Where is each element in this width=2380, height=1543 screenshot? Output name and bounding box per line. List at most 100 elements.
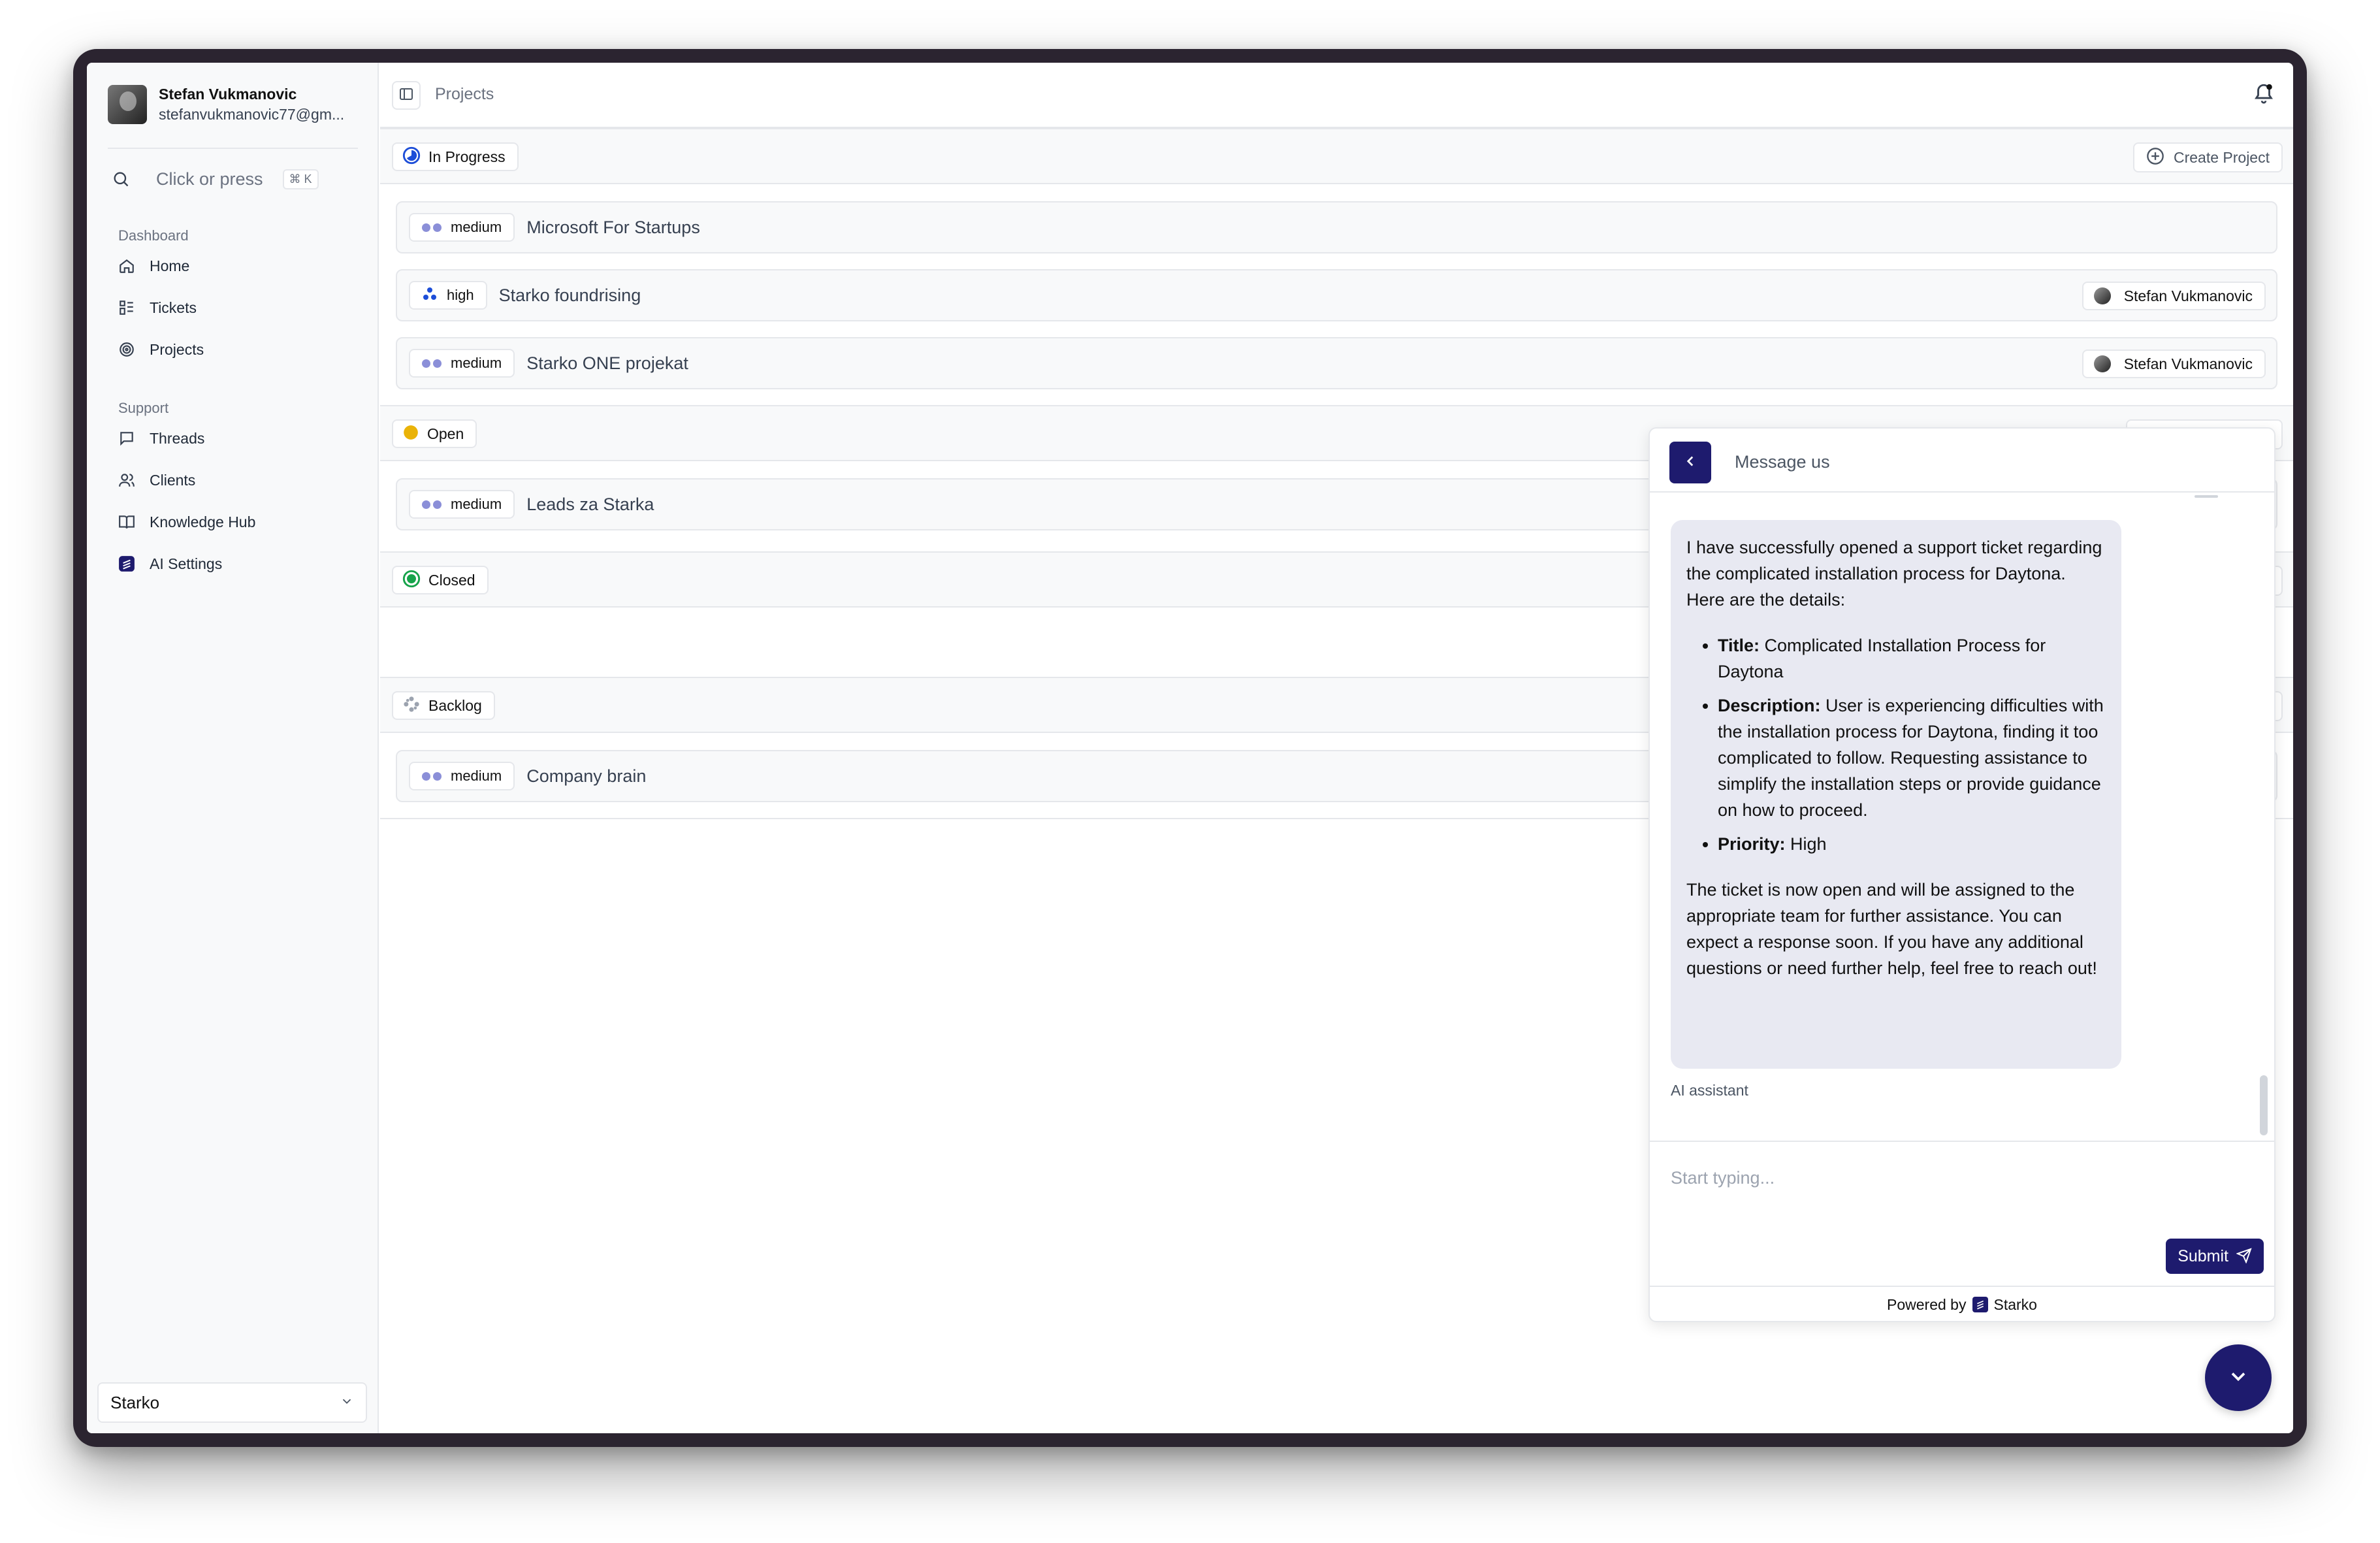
section-dashboard: Dashboard	[118, 227, 189, 244]
group-header-in-progress: In Progress Create Project	[380, 128, 2293, 184]
bell-icon	[2253, 84, 2275, 107]
powered-prefix: Powered by	[1887, 1295, 1967, 1313]
project-title: Starko ONE projekat	[526, 353, 688, 373]
assignee-name: Stefan Vukmanovic	[2123, 355, 2253, 372]
priority-badge: medium	[409, 762, 515, 790]
search-button[interactable]: Click or press ⌘ K	[106, 161, 358, 197]
project-row[interactable]: medium Starko ONE projekat Stefan Vukman…	[396, 337, 2277, 389]
chevron-down-icon	[340, 1393, 354, 1413]
submit-button[interactable]: Submit	[2166, 1239, 2264, 1274]
priority-badge: medium	[409, 349, 515, 378]
chat-title: Message us	[1735, 452, 1830, 472]
avatar	[108, 85, 147, 124]
sidebar-divider	[108, 148, 358, 149]
notifications-button[interactable]	[2253, 82, 2275, 108]
submit-label: Submit	[2178, 1246, 2228, 1265]
project-title: Company brain	[526, 766, 647, 786]
priority-badge: medium	[409, 213, 515, 242]
send-icon	[2236, 1247, 2252, 1265]
priority-medium-icon	[422, 772, 442, 781]
create-project-label: Create Project	[2173, 148, 2270, 166]
priority-label: medium	[451, 768, 502, 784]
chat-input[interactable]	[1671, 1168, 2245, 1188]
sidebar-item-projects[interactable]: Projects	[117, 335, 204, 364]
priority-medium-icon	[422, 500, 442, 509]
search-icon	[106, 165, 135, 193]
detail-key: Priority:	[1718, 834, 1786, 854]
create-project-button[interactable]: Create Project	[2132, 142, 2283, 172]
open-status-icon	[402, 424, 419, 444]
status-label: Closed	[428, 571, 475, 589]
status-badge[interactable]: Closed	[392, 566, 489, 594]
powered-brand[interactable]: Starko	[1993, 1296, 2036, 1314]
plus-circle-icon	[2146, 147, 2164, 169]
sidebar-item-knowledge-hub[interactable]: Knowledge Hub	[117, 508, 255, 536]
avatar	[2093, 287, 2111, 304]
detail-key: Description:	[1718, 696, 1821, 715]
panel-left-icon	[398, 86, 414, 105]
status-label: In Progress	[428, 148, 506, 165]
assignee-badge[interactable]: Stefan Vukmanovic	[2082, 282, 2266, 310]
sidebar-item-threads[interactable]: Threads	[117, 424, 204, 453]
list-item: Title: Complicated Installation Process …	[1718, 632, 2106, 685]
chat-header: Message us	[1650, 429, 2274, 493]
scroll-indicator	[2195, 495, 2218, 498]
status-badge[interactable]: Open	[392, 419, 477, 448]
chevron-left-icon	[1682, 453, 1699, 473]
ai-settings-icon	[117, 554, 137, 574]
sidebar-item-label: Projects	[150, 340, 204, 358]
projects-icon	[117, 340, 137, 359]
project-row[interactable]: medium Microsoft For Startups	[396, 201, 2277, 253]
list-item: Priority: High	[1718, 831, 2106, 857]
status-badge[interactable]: In Progress	[392, 142, 519, 171]
book-icon	[117, 512, 137, 532]
sidebar-item-label: Clients	[150, 471, 196, 489]
device-frame: Stefan Vukmanovic stefanvukmanovic77@gm.…	[73, 49, 2307, 1447]
status-label: Open	[427, 425, 464, 442]
sidebar-item-label: Tickets	[150, 299, 197, 316]
priority-badge: medium	[409, 490, 515, 519]
project-row[interactable]: high Starko foundrising Stefan Vukmanovi…	[396, 269, 2277, 321]
status-badge[interactable]: Backlog	[392, 691, 495, 720]
workspace-name: Starko	[110, 1392, 160, 1412]
assignee-name: Stefan Vukmanovic	[2123, 287, 2253, 304]
detail-key: Title:	[1718, 636, 1760, 655]
in-progress-icon	[402, 146, 421, 168]
message-details: Title: Complicated Installation Process …	[1686, 632, 2106, 857]
chat-widget: Message us I have successfully opened a …	[1648, 427, 2275, 1322]
sidebar-item-label: Knowledge Hub	[150, 513, 256, 530]
search-shortcut: ⌘ K	[282, 169, 319, 189]
chevron-down-icon	[2227, 1365, 2250, 1391]
workspace-select[interactable]: Starko	[97, 1382, 367, 1423]
sidebar-item-tickets[interactable]: Tickets	[117, 293, 197, 322]
user-email: stefanvukmanovic77@gm...	[159, 106, 345, 123]
sidebar: Stefan Vukmanovic stefanvukmanovic77@gm.…	[87, 63, 379, 1433]
back-button[interactable]	[1669, 442, 1711, 483]
closed-status-icon	[402, 570, 421, 591]
search-label: Click or press	[156, 169, 263, 189]
assignee-badge[interactable]: Stefan Vukmanovic	[2082, 349, 2266, 378]
chat-toggle-button[interactable]	[2205, 1344, 2272, 1411]
user-name: Stefan Vukmanovic	[159, 86, 297, 103]
sidebar-item-label: Threads	[150, 429, 205, 447]
top-bar: Projects	[380, 63, 2293, 128]
sidebar-item-ai-settings[interactable]: AI Settings	[117, 549, 222, 578]
priority-label: high	[447, 287, 474, 303]
message-sender: AI assistant	[1671, 1082, 1748, 1099]
priority-label: medium	[451, 355, 502, 371]
status-label: Backlog	[428, 696, 482, 714]
sidebar-item-clients[interactable]: Clients	[117, 466, 195, 495]
backlog-icon	[402, 695, 421, 717]
breadcrumb: Projects	[435, 85, 494, 103]
tickets-icon	[117, 298, 137, 317]
sidebar-item-label: AI Settings	[150, 555, 223, 572]
powered-by: Powered by Starko	[1650, 1286, 2274, 1321]
sidebar-toggle-button[interactable]	[392, 81, 421, 110]
chat-scrollbar[interactable]	[2260, 1075, 2268, 1135]
sidebar-item-home[interactable]: Home	[117, 252, 189, 280]
message-intro: I have successfully opened a support tic…	[1686, 538, 2102, 609]
app-screen: Stefan Vukmanovic stefanvukmanovic77@gm.…	[87, 63, 2293, 1433]
section-support: Support	[118, 400, 169, 416]
user-profile[interactable]: Stefan Vukmanovic stefanvukmanovic77@gm.…	[108, 85, 355, 124]
message-outro: The ticket is now open and will be assig…	[1686, 880, 2097, 978]
